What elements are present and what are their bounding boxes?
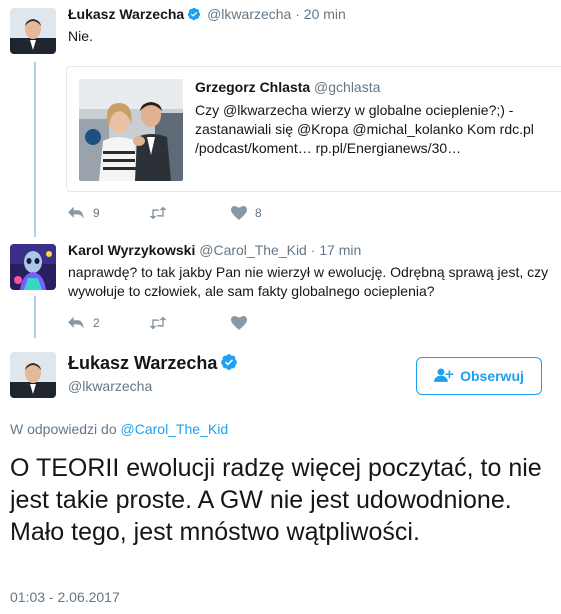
verified-icon xyxy=(187,7,201,24)
tweet-2[interactable]: Karol Wyrzykowski @Carol_The_Kid · 17 mi… xyxy=(0,236,561,340)
tweet-header: Karol Wyrzykowski @Carol_The_Kid · 17 mi… xyxy=(68,242,361,258)
like-icon xyxy=(231,316,247,330)
like-button[interactable]: 8 xyxy=(231,206,262,220)
quoted-tweet[interactable]: Grzegorz Chlasta @gchlasta Czy @lkwarzec… xyxy=(66,66,561,192)
reply-button[interactable]: 9 xyxy=(68,206,100,220)
tweet-header: Łukasz Warzecha @lkwarzecha · 20 min xyxy=(68,6,346,24)
tweet-text: Nie. xyxy=(68,28,93,44)
follow-button[interactable]: Obserwuj xyxy=(416,357,542,395)
author-handle[interactable]: @lkwarzecha xyxy=(68,378,152,394)
author-handle[interactable]: @Carol_The_Kid xyxy=(199,242,307,258)
tweet-date[interactable]: 01:03 - 2.06.2017 xyxy=(10,589,120,605)
avatar[interactable] xyxy=(10,8,56,54)
separator-dot: · xyxy=(295,6,300,22)
quoted-tweet-image[interactable] xyxy=(79,79,183,181)
reply-count: 9 xyxy=(93,206,100,220)
retweet-button[interactable] xyxy=(148,316,176,330)
tweet-actions: 9 8 xyxy=(68,206,368,222)
timestamp[interactable]: 20 min xyxy=(304,6,346,22)
reply-count: 2 xyxy=(93,316,100,330)
quoted-author-handle[interactable]: @gchlasta xyxy=(314,79,380,95)
reply-icon xyxy=(68,316,85,330)
author-handle[interactable]: @lkwarzecha xyxy=(207,6,291,22)
author-name[interactable]: Łukasz Warzecha xyxy=(68,6,184,22)
tweet-text: naprawdę? to tak jakby Pan nie wierzył w… xyxy=(68,264,549,299)
author-name[interactable]: Łukasz Warzecha xyxy=(68,353,240,376)
follow-label: Obserwuj xyxy=(460,368,524,384)
main-tweet-text: O TEORII ewolucji radzę więcej poczytać,… xyxy=(10,454,542,546)
author-name[interactable]: Karol Wyrzykowski xyxy=(68,242,195,258)
verified-icon xyxy=(220,353,238,376)
like-count: 8 xyxy=(255,206,262,220)
quoted-author-name[interactable]: Grzegorz Chlasta xyxy=(195,79,310,95)
tweet-1[interactable]: Łukasz Warzecha @lkwarzecha · 20 min Nie… xyxy=(0,0,561,232)
timestamp[interactable]: 17 min xyxy=(319,242,361,258)
retweet-icon xyxy=(148,206,168,220)
reply-button[interactable]: 2 xyxy=(68,316,100,330)
reply-context: W odpowiedzi do @Carol_The_Kid xyxy=(10,421,228,437)
author-name-label: Łukasz Warzecha xyxy=(68,353,218,373)
retweet-icon xyxy=(148,316,168,330)
avatar[interactable] xyxy=(10,352,56,398)
reply-to-link[interactable]: @Carol_The_Kid xyxy=(121,421,229,437)
retweet-button[interactable] xyxy=(148,206,176,220)
quoted-tweet-text: Czy @lkwarzecha wierzy w globalne ociepl… xyxy=(195,102,534,156)
like-icon xyxy=(231,206,247,220)
avatar[interactable] xyxy=(10,244,56,290)
reply-icon xyxy=(68,206,85,220)
reply-prefix: W odpowiedzi do xyxy=(10,421,117,437)
quoted-tweet-header: Grzegorz Chlasta @gchlasta xyxy=(195,79,380,95)
follow-icon xyxy=(434,367,454,386)
like-button[interactable] xyxy=(231,316,255,330)
tweet-actions: 2 xyxy=(68,316,368,332)
separator-dot: · xyxy=(310,242,316,258)
